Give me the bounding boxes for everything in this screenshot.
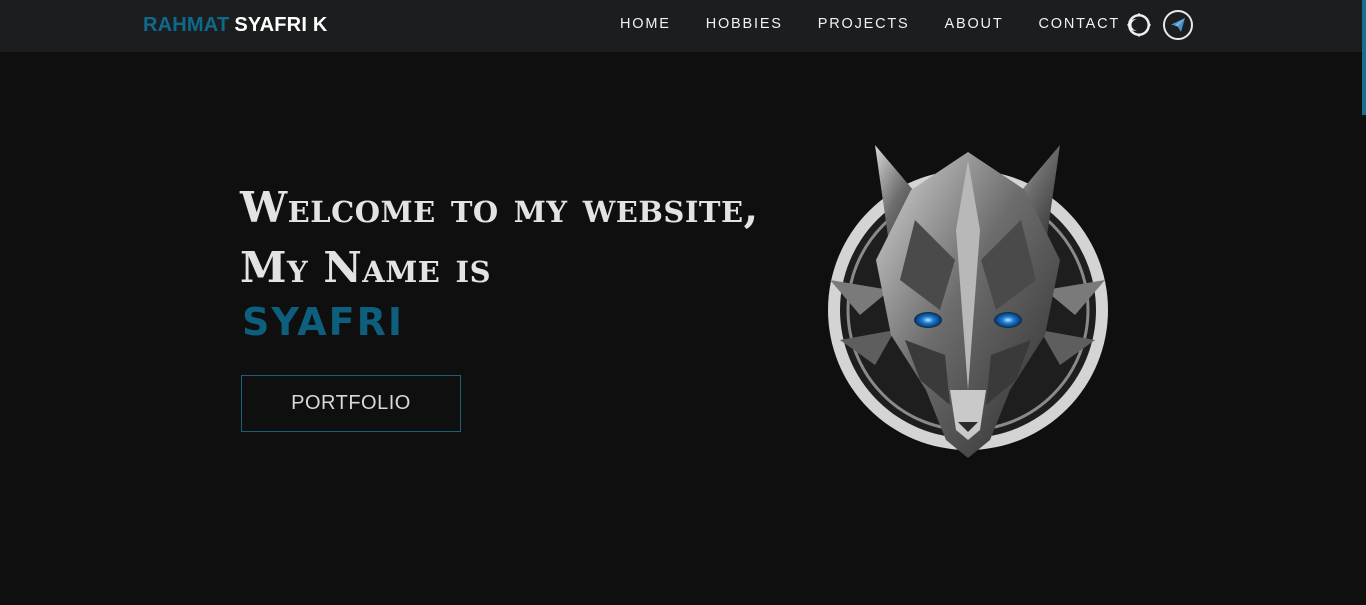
nav-menu: HOME HOBBIES PROJECTS ABOUT CONTACT — [620, 16, 1120, 32]
nav-hobbies[interactable]: HOBBIES — [706, 16, 783, 32]
brand-first-name: RAHMAT — [143, 14, 230, 36]
nav-about[interactable]: ABOUT — [945, 16, 1004, 32]
brand-logo[interactable]: RAHMAT SYAFRI K — [143, 14, 327, 37]
scroll-indicator[interactable] — [1362, 0, 1366, 115]
hero-title: Welcome to my website, My Name is — [240, 178, 759, 298]
nav-home[interactable]: HOME — [620, 16, 671, 32]
theme-toggle-button[interactable] — [1127, 13, 1151, 37]
hero-name: SYAFRI — [242, 300, 405, 344]
nav-projects[interactable]: PROJECTS — [818, 16, 910, 32]
contact-send-button[interactable] — [1163, 10, 1193, 40]
navbar: RAHMAT SYAFRI K HOME HOBBIES PROJECTS ABO… — [0, 0, 1366, 52]
nav-contact[interactable]: CONTACT — [1038, 16, 1120, 32]
moon-icon — [1127, 13, 1151, 37]
hero-title-line1: Welcome to my website, — [240, 183, 759, 232]
wolf-emblem-image — [820, 140, 1115, 460]
paper-plane-icon — [1171, 18, 1185, 32]
hero-title-line2: My Name is — [240, 243, 492, 292]
portfolio-button[interactable]: PORTFOLIO — [241, 375, 461, 432]
brand-rest-name: SYAFRI K — [234, 14, 328, 36]
